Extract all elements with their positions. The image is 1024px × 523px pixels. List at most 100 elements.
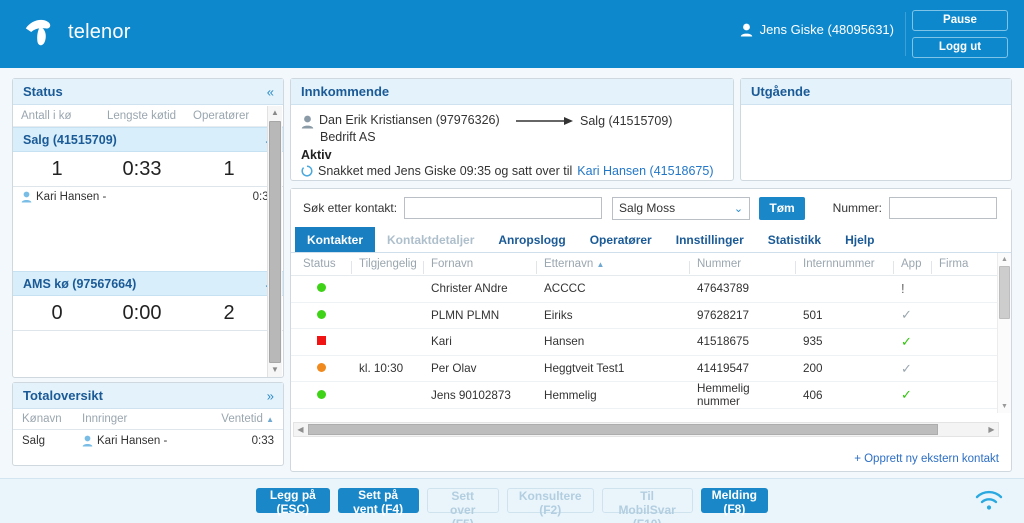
total-row-caller-cell: Kari Hansen - (82, 435, 208, 447)
scroll-down-icon[interactable]: ▼ (998, 400, 1011, 413)
cell-app: ! (893, 281, 931, 296)
check-icon: ✓ (901, 360, 912, 376)
contacts-horizontal-scrollbar[interactable]: ◀ ▶ (293, 422, 999, 437)
tab-operatorer[interactable]: Operatører (578, 227, 664, 252)
status-scroll-thumb[interactable] (269, 121, 281, 363)
status-col-in-queue: Antall i kø (21, 109, 72, 122)
table-row[interactable]: kl. 10:30 Per Olav Heggtveit Test1 41419547… (291, 356, 1011, 383)
tab-kontaktdetaljer[interactable]: Kontaktdetaljer (375, 227, 486, 252)
col-internnummer[interactable]: Internnummer (795, 258, 893, 274)
check-icon: ✓ (901, 333, 912, 349)
total-column-headers: Kønavn Innringer Ventetid ▲ (13, 409, 283, 430)
tab-anropslogg[interactable]: Anropslogg (486, 227, 577, 252)
table-row[interactable]: Jens 90102873 Hemmelig Hemmelig nummer 406 ✓ (291, 382, 1011, 409)
transfer-icon (301, 165, 313, 177)
incoming-call-note: Snakket med Jens Giske 09:35 og satt ove… (301, 164, 723, 178)
cell-nummer: 41518675 (697, 335, 750, 349)
queue-callers-salg: Kari Hansen - 0:33 (13, 187, 283, 271)
cell-nummer: 97628217 (697, 308, 750, 322)
queue-longest-wait-ams: 0:00 (122, 301, 162, 324)
queue-caller-name: Kari Hansen - (36, 191, 107, 203)
contacts-scroll-thumb[interactable] (999, 266, 1010, 319)
footer-action-melding-f8[interactable]: Melding (F8) (700, 488, 768, 516)
cell-internnummer: 935 (803, 335, 823, 349)
queue-metrics-salg: 1 0:33 1 (13, 152, 283, 187)
queue-header-salg[interactable]: Salg (41515709) ⌄ (13, 127, 283, 152)
col-status[interactable]: Status (295, 258, 351, 270)
tab-statistikk[interactable]: Statistikk (756, 227, 833, 252)
tab-innstillinger[interactable]: Innstillinger (664, 227, 756, 252)
incoming-caller-name: Dan Erik Kristiansen (97976326) (319, 113, 500, 127)
scroll-left-icon[interactable]: ◀ (294, 423, 307, 436)
outgoing-call-panel: Utgående (740, 78, 1012, 181)
contacts-table-footer: + Opprett ny ekstern kontakt (291, 447, 1011, 471)
scroll-right-icon[interactable]: ▶ (985, 423, 998, 436)
col-nummer[interactable]: Nummer (689, 258, 795, 274)
queue-header-ams[interactable]: AMS kø (97567664) ⌄ (13, 271, 283, 296)
total-row-wait: 0:33 (251, 435, 274, 447)
scroll-up-icon[interactable]: ▲ (268, 106, 282, 120)
col-firma[interactable]: Firma (931, 258, 1001, 274)
queue-caller-row[interactable]: Kari Hansen - 0:33 (13, 187, 283, 207)
contacts-table-scrollbar[interactable]: ▲ ▼ (997, 253, 1011, 413)
current-user[interactable]: Jens Giske (48095631) (740, 22, 894, 37)
queue-filter-select-wrap: Salg Moss ⌄ (612, 196, 751, 220)
cell-nummer: 41419547 (697, 362, 750, 376)
total-row-queue: Salg (22, 435, 46, 447)
col-fornavn[interactable]: Fornavn (423, 258, 536, 274)
cell-app: ✓ (893, 334, 931, 350)
total-col-wait[interactable]: Ventetid ▲ (208, 413, 274, 425)
app-root: telenor Jens Giske (48095631) Pause Logg… (0, 0, 1024, 523)
cell-internnummer: 501 (803, 308, 823, 322)
scroll-up-icon[interactable]: ▲ (998, 253, 1011, 266)
current-user-label: Jens Giske (48095631) (759, 22, 894, 37)
footer-action-til-mobilsvar-f10: Til MobilSvar (F10) (601, 488, 693, 523)
table-row[interactable]: Kari Hansen 41518675 935 ✓ (291, 329, 1011, 356)
col-app[interactable]: App (893, 258, 931, 274)
table-row[interactable]: PLMN PLMN Eiriks 97628217 501 ✓ (291, 303, 1011, 330)
outgoing-panel-title: Utgående (751, 84, 811, 99)
status-panel-header: Status « (13, 79, 283, 105)
scroll-down-icon[interactable]: ▼ (268, 363, 282, 377)
incoming-note-link[interactable]: Kari Hansen (41518675) (577, 164, 713, 178)
contacts-hscroll-thumb[interactable] (308, 424, 938, 435)
col-etternavn[interactable]: Etternavn ▲ (536, 258, 689, 274)
queue-in-queue-ams: 0 (51, 301, 63, 324)
queue-in-queue-salg: 1 (51, 157, 63, 180)
status-panel-title: Status (23, 84, 63, 99)
cell-internnummer: 406 (803, 388, 823, 402)
footer-action-sett-p-vent-f4[interactable]: Sett på vent (F4) (337, 488, 419, 516)
footer-action-legg-p-esc[interactable]: Legg på (ESC) (256, 488, 330, 516)
cell-etternavn: Hemmelig (544, 388, 597, 402)
collapse-sidebar-icon[interactable]: « (267, 85, 274, 98)
tab-kontakter[interactable]: Kontakter (295, 227, 376, 252)
cell-etternavn: Hansen (544, 335, 585, 349)
queue-filter-select[interactable]: Salg Moss (612, 196, 751, 220)
cell-fornavn: Jens 90102873 (431, 388, 511, 402)
check-icon: ✓ (901, 307, 912, 323)
main-content-panel: Søk etter kontakt: Salg Moss ⌄ Tøm Numme… (290, 188, 1012, 472)
sort-asc-icon: ▲ (596, 260, 605, 269)
queue-name-ams: AMS kø (97567664) (23, 276, 137, 291)
logout-button[interactable]: Logg ut (912, 37, 1008, 58)
contacts-table-body: Christer ANdre ACCCC 47643789! PLMN PLMN Eir… (291, 276, 1011, 409)
tab-hjelp[interactable]: Hjelp (833, 227, 886, 252)
cell-etternavn: Heggtveit Test1 (544, 362, 625, 376)
contacts-table-header: Status Tilgjengelig Fornavn Etternavn ▲ … (291, 253, 1011, 276)
table-row[interactable]: Christer ANdre ACCCC 47643789! (291, 276, 1011, 303)
cell-fornavn: Christer ANdre (431, 282, 508, 296)
contacts-table-wrap: Status Tilgjengelig Fornavn Etternavn ▲ … (291, 253, 1011, 437)
number-label: Nummer: (832, 201, 882, 215)
search-input[interactable] (404, 197, 603, 219)
status-panel-scrollbar[interactable]: ▲ ▼ (267, 106, 282, 377)
incoming-target-queue: Salg (41515709) (580, 114, 673, 128)
col-tilgjengelig[interactable]: Tilgjengelig (351, 258, 423, 274)
incoming-caller-company: Bedrift AS (320, 130, 376, 144)
total-expand-icon[interactable]: » (267, 389, 274, 402)
number-input[interactable] (889, 197, 997, 219)
total-overview-panel: Totaloversikt » Kønavn Innringer Venteti… (12, 382, 284, 466)
clear-search-button[interactable]: Tøm (759, 196, 806, 220)
total-row[interactable]: Salg Kari Hansen - 0:33 (13, 430, 283, 452)
pause-button[interactable]: Pause (912, 10, 1008, 31)
create-external-contact-link[interactable]: + Opprett ny ekstern kontakt (854, 453, 999, 465)
